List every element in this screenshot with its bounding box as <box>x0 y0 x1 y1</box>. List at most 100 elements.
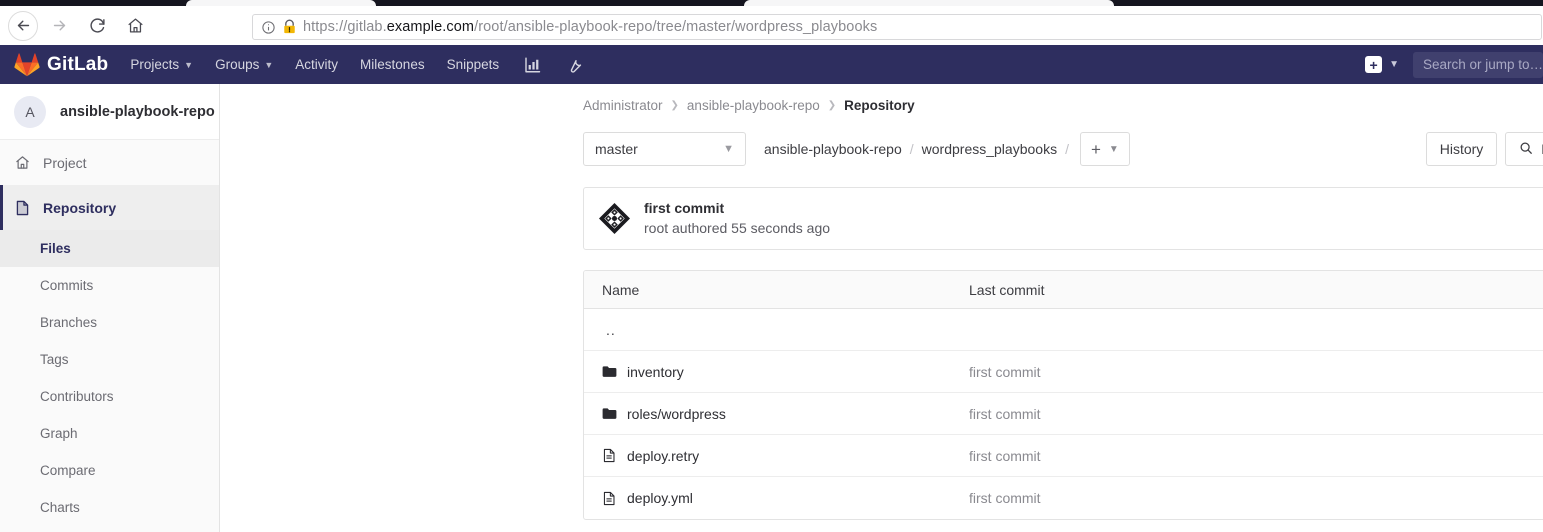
sidebar-item-contributors[interactable]: Contributors <box>0 378 219 415</box>
nav-item-activity-label: Activity <box>295 57 339 72</box>
browser-toolbar: https://gitlab.example.com/root/ansible-… <box>0 6 1543 45</box>
gitlab-home-link[interactable]: GitLab <box>14 52 109 77</box>
search-icon <box>1519 141 1533 158</box>
file-list-table: Name Last commit Last update .. inventor… <box>583 270 1543 520</box>
add-to-tree-button[interactable]: + ▼ <box>1079 132 1130 166</box>
sidebar-item-compare[interactable]: Compare <box>0 452 219 489</box>
column-header-name: Name <box>602 281 640 298</box>
project-name: ansible-playbook-repo <box>60 103 215 120</box>
chevron-down-icon: ▼ <box>1108 143 1119 155</box>
file-name-cell[interactable]: inventory <box>584 364 969 380</box>
nav-item-snippets[interactable]: Snippets <box>447 45 500 84</box>
folder-icon <box>602 364 617 379</box>
last-commit-cell[interactable]: first commit <box>969 406 1449 422</box>
sidebar-item-branches-label: Branches <box>40 315 98 330</box>
path-breadcrumb: ansible-playbook-repo / wordpress_playbo… <box>764 141 1069 157</box>
url-scheme: https:// <box>303 19 348 35</box>
path-separator: / <box>909 141 914 157</box>
sidebar-item-repository[interactable]: Repository <box>0 185 219 230</box>
file-name: roles/wordpress <box>627 405 726 422</box>
url-bar[interactable]: https://gitlab.example.com/root/ansible-… <box>252 14 1542 40</box>
back-icon[interactable] <box>8 10 38 41</box>
folder-icon <box>602 406 617 421</box>
table-row[interactable]: inventory first commit 55 seconds ago <box>584 351 1543 393</box>
last-update-cell: 55 seconds ago <box>1449 406 1543 422</box>
sidebar-item-commits[interactable]: Commits <box>0 267 219 304</box>
nav-item-milestones[interactable]: Milestones <box>360 45 425 84</box>
file-name-cell[interactable]: deploy.retry <box>584 448 969 464</box>
wrench-icon[interactable] <box>565 56 583 74</box>
path-crumb-current[interactable]: wordpress_playbooks <box>922 141 1057 157</box>
info-circle-icon[interactable] <box>261 20 276 35</box>
last-commit-cell[interactable]: first commit <box>969 448 1449 464</box>
sidebar-item-graph[interactable]: Graph <box>0 415 219 452</box>
forward-icon[interactable] <box>44 11 74 41</box>
file-name-cell[interactable]: roles/wordpress <box>584 406 969 422</box>
branch-selector-value: master <box>595 141 638 157</box>
path-separator: / <box>1065 141 1069 157</box>
repository-browser: master ▼ ansible-playbook-repo / wordpre… <box>583 132 1543 520</box>
table-row-parent-directory[interactable]: .. <box>584 309 1543 351</box>
reload-icon[interactable] <box>82 11 112 41</box>
last-update-cell: 55 seconds ago <box>1449 364 1543 380</box>
column-header-last-update: Last update <box>1449 282 1543 298</box>
sidebar-item-compare-label: Compare <box>40 463 96 478</box>
table-row[interactable]: deploy.yml first commit 55 seconds ago <box>584 477 1543 519</box>
nav-item-projects-label: Projects <box>130 57 180 72</box>
sidebar-item-files[interactable]: Files <box>0 230 219 267</box>
chevron-down-icon[interactable]: ▼ <box>1389 59 1399 70</box>
nav-item-milestones-label: Milestones <box>360 57 425 72</box>
breadcrumb: Administrator ❯ ansible-playbook-repo ❯ … <box>583 98 915 113</box>
chart-icon[interactable] <box>523 56 541 74</box>
sidebar-item-contributors-label: Contributors <box>40 389 114 404</box>
last-commit-cell[interactable]: first commit <box>969 364 1449 380</box>
sidebar-item-commits-label: Commits <box>40 278 94 293</box>
url-host: example.com <box>386 19 475 35</box>
url-host-prefix: gitlab. <box>347 19 387 35</box>
sidebar-item-graph-label: Graph <box>40 426 78 441</box>
document-icon <box>602 448 617 463</box>
sidebar-item-project-label: Project <box>43 154 87 171</box>
breadcrumb-separator-icon: ❯ <box>827 100 837 111</box>
table-row[interactable]: roles/wordpress first commit 55 seconds … <box>584 393 1543 435</box>
commit-title[interactable]: first commit <box>644 198 830 218</box>
breadcrumb-item-repository: Repository <box>844 98 915 113</box>
last-commit-card: first commit root authored 55 seconds ag… <box>583 187 1543 250</box>
search-placeholder: Search or jump to… <box>1423 57 1543 72</box>
sidebar-item-branches[interactable]: Branches <box>0 304 219 341</box>
repository-actions: History Find file Web IDE <box>1425 132 1543 166</box>
search-input[interactable]: Search or jump to… <box>1413 51 1543 78</box>
sidebar-item-tags[interactable]: Tags <box>0 341 219 378</box>
find-file-button[interactable]: Find file <box>1505 132 1543 166</box>
home-icon[interactable] <box>120 11 150 41</box>
last-commit-cell[interactable]: first commit <box>969 490 1449 506</box>
gitlab-wordmark: GitLab <box>47 53 109 75</box>
nav-item-groups[interactable]: Groups ▼ <box>215 45 273 84</box>
sidebar-project-header[interactable]: A ansible-playbook-repo <box>0 84 219 140</box>
table-header-row: Name Last commit Last update <box>584 271 1543 309</box>
column-header-last-commit: Last commit <box>969 281 1045 298</box>
branch-selector[interactable]: master ▼ <box>583 132 746 166</box>
sidebar-item-project[interactable]: Project <box>0 140 219 185</box>
breadcrumb-item-project[interactable]: ansible-playbook-repo <box>687 98 820 113</box>
breadcrumb-item-administrator[interactable]: Administrator <box>583 98 663 113</box>
commit-author-line: root authored 55 seconds ago <box>644 220 831 237</box>
table-row[interactable]: deploy.retry first commit 55 seconds ago <box>584 435 1543 477</box>
navbar-right-group: + ▼ Search or jump to… <box>1365 45 1543 84</box>
nav-item-projects[interactable]: Projects ▼ <box>130 45 193 84</box>
sidebar-item-charts-label: Charts <box>40 500 80 515</box>
path-crumb-root[interactable]: ansible-playbook-repo <box>764 141 902 157</box>
nav-item-snippets-label: Snippets <box>446 57 500 72</box>
sidebar-item-charts[interactable]: Charts <box>0 489 219 526</box>
parent-directory-link[interactable]: .. <box>584 322 969 338</box>
file-name-cell[interactable]: deploy.yml <box>584 490 969 506</box>
last-update-cell: 55 seconds ago <box>1449 448 1543 464</box>
nav-item-activity[interactable]: Activity <box>295 45 338 84</box>
lock-warning-icon[interactable] <box>282 19 297 35</box>
history-button[interactable]: History <box>1425 132 1498 166</box>
sidebar-item-files-label: Files <box>40 241 71 256</box>
home-icon <box>14 155 31 170</box>
project-sidebar: A ansible-playbook-repo Project Reposito… <box>0 84 220 532</box>
chevron-down-icon: ▼ <box>264 59 274 70</box>
new-item-button[interactable]: + <box>1365 56 1383 73</box>
